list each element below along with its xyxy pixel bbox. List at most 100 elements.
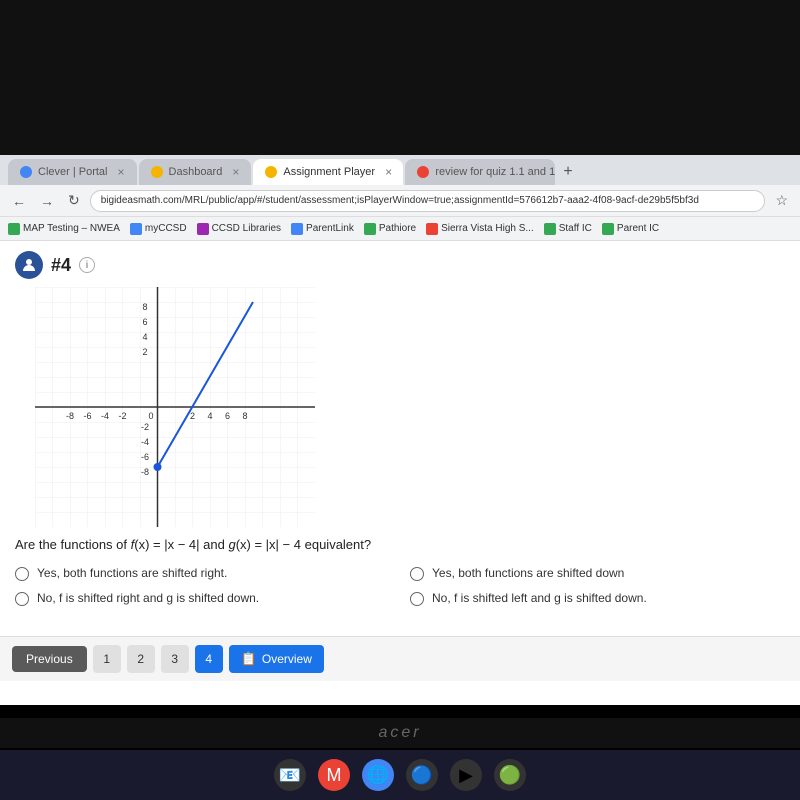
info-icon[interactable]: i: [79, 257, 95, 273]
options-grid: Yes, both functions are shifted right. Y…: [15, 566, 785, 606]
radio-a[interactable]: [15, 567, 29, 581]
x-label-6: 6: [225, 411, 230, 421]
overview-icon: 📋: [241, 651, 257, 667]
bookmark-label-staff: Staff IC: [559, 223, 592, 234]
radio-b[interactable]: [15, 592, 29, 606]
new-tab-button[interactable]: +: [557, 159, 578, 185]
tab-clever[interactable]: Clever | Portal ×: [8, 159, 137, 185]
browser-window: Clever | Portal × Dashboard × Assignment…: [0, 155, 800, 705]
top-bezel: [0, 0, 800, 155]
tab-label-clever: Clever | Portal: [38, 166, 108, 178]
bookmark-icon-map: [8, 223, 20, 235]
forward-button[interactable]: →: [36, 191, 58, 211]
tab-dashboard[interactable]: Dashboard ×: [139, 159, 252, 185]
tab-label-review: review for quiz 1.1 and 1.2: [435, 166, 555, 178]
tab-assignment[interactable]: Assignment Player ×: [253, 159, 403, 185]
y-label-neg2: -2: [141, 422, 149, 432]
acer-logo: acer: [378, 724, 421, 742]
address-bar[interactable]: bigideasmath.com/MRL/public/app/#/studen…: [90, 190, 766, 212]
bookmarks-bar: MAP Testing – NWEA myCCSD CCSD Libraries…: [0, 217, 800, 241]
bookmark-myccsd[interactable]: myCCSD: [130, 223, 187, 235]
bookmark-parentlink[interactable]: ParentLink: [291, 223, 354, 235]
option-b-text: No, f is shifted right and g is shifted …: [37, 591, 259, 605]
page-2-button[interactable]: 2: [127, 645, 155, 673]
bookmark-icon-parentlink: [291, 223, 303, 235]
tab-icon-clever: [20, 166, 32, 178]
taskbar-icon-chrome-glyph: 🌐: [367, 765, 389, 786]
address-bar-row: ← → ↻ bigideasmath.com/MRL/public/app/#/…: [0, 185, 800, 217]
taskbar-icon-chrome[interactable]: 🌐: [362, 759, 394, 791]
previous-button[interactable]: Previous: [12, 646, 87, 672]
tab-close-dashboard[interactable]: ×: [232, 165, 239, 179]
taskbar-icon-gmail-glyph: M: [327, 765, 342, 786]
x-label-8: 8: [242, 411, 247, 421]
option-d-text: No, f is shifted left and g is shifted d…: [432, 591, 647, 605]
bookmark-icon-pathiore: [364, 223, 376, 235]
bookmark-label-ccsd: CCSD Libraries: [212, 223, 281, 234]
option-b[interactable]: No, f is shifted right and g is shifted …: [15, 591, 390, 606]
x-label-neg4: -4: [101, 411, 109, 421]
x-label-0: 0: [148, 411, 153, 421]
question-end: equivalent?: [305, 537, 372, 552]
back-button[interactable]: ←: [8, 191, 30, 211]
question-text: Are the functions of f(x) = |x − 4| and …: [15, 537, 785, 552]
x-label-neg8: -8: [66, 411, 74, 421]
x-label-neg2: -2: [118, 411, 126, 421]
page-3-button[interactable]: 3: [161, 645, 189, 673]
bookmark-label-parent: Parent IC: [617, 223, 659, 234]
taskbar-icon-blue-glyph: 🔵: [411, 765, 433, 786]
avatar-icon: [21, 257, 37, 273]
function-f-formula: (x) = |x − 4|: [134, 537, 199, 552]
option-d[interactable]: No, f is shifted left and g is shifted d…: [410, 591, 785, 606]
y-label-6: 6: [142, 317, 147, 327]
reload-button[interactable]: ↻: [64, 190, 84, 211]
function-g: g: [228, 537, 235, 552]
taskbar-icon-gmail[interactable]: M: [318, 759, 350, 791]
y-label-neg6: -6: [141, 452, 149, 462]
page-4-button[interactable]: 4: [195, 645, 223, 673]
taskbar-icon-green[interactable]: 🟢: [494, 759, 526, 791]
coordinate-graph: -8 -6 -4 -2 0 2 4 6 8 8 6 4 2 -2 -4 -6 -…: [35, 287, 315, 527]
tab-review[interactable]: review for quiz 1.1 and 1.2 ×: [405, 159, 555, 185]
overview-label: Overview: [262, 652, 312, 666]
x-label-4: 4: [207, 411, 212, 421]
tab-icon-review: [417, 166, 429, 178]
taskbar-icon-blue[interactable]: 🔵: [406, 759, 438, 791]
acer-area: acer: [0, 718, 800, 748]
y-label-4: 4: [142, 332, 147, 342]
new-tab-icon: +: [563, 163, 572, 181]
option-c[interactable]: Yes, both functions are shifted down: [410, 566, 785, 581]
nav-footer: Previous 1 2 3 4 📋 Overview: [0, 636, 800, 681]
tab-close-clever[interactable]: ×: [118, 165, 125, 179]
bookmark-ccsd-libraries[interactable]: CCSD Libraries: [197, 223, 281, 235]
bookmark-label-myccsd: myCCSD: [145, 223, 187, 234]
tab-icon-dashboard: [151, 166, 163, 178]
bookmark-staff[interactable]: Staff IC: [544, 223, 592, 235]
bookmark-icon-myccsd: [130, 223, 142, 235]
bookmark-label-map: MAP Testing – NWEA: [23, 223, 120, 234]
option-a[interactable]: Yes, both functions are shifted right.: [15, 566, 390, 581]
question-text-plain: Are the functions of: [15, 537, 131, 552]
page-1-button[interactable]: 1: [93, 645, 121, 673]
bookmark-icon-parent: [602, 223, 614, 235]
bookmark-sierra[interactable]: Sierra Vista High S...: [426, 223, 534, 235]
option-a-text: Yes, both functions are shifted right.: [37, 566, 227, 580]
overview-button[interactable]: 📋 Overview: [229, 645, 324, 673]
question-and: and: [203, 537, 228, 552]
bookmark-pathiore[interactable]: Pathiore: [364, 223, 416, 235]
question-header: #4 i: [15, 251, 785, 279]
taskbar-icon-youtube[interactable]: ▶: [450, 759, 482, 791]
x-label-neg6: -6: [83, 411, 91, 421]
bookmark-icon-staff: [544, 223, 556, 235]
bookmark-parent[interactable]: Parent IC: [602, 223, 659, 235]
taskbar-icon-1[interactable]: 📧: [274, 759, 306, 791]
bookmark-star[interactable]: ☆: [771, 190, 792, 211]
bookmark-label-parentlink: ParentLink: [306, 223, 354, 234]
bookmark-map-testing[interactable]: MAP Testing – NWEA: [8, 223, 120, 235]
radio-d[interactable]: [410, 592, 424, 606]
tab-label-assignment: Assignment Player: [283, 166, 375, 178]
tab-bar: Clever | Portal × Dashboard × Assignment…: [0, 155, 800, 185]
radio-c[interactable]: [410, 567, 424, 581]
tab-close-assignment[interactable]: ×: [385, 165, 392, 179]
y-label-neg4: -4: [141, 437, 149, 447]
